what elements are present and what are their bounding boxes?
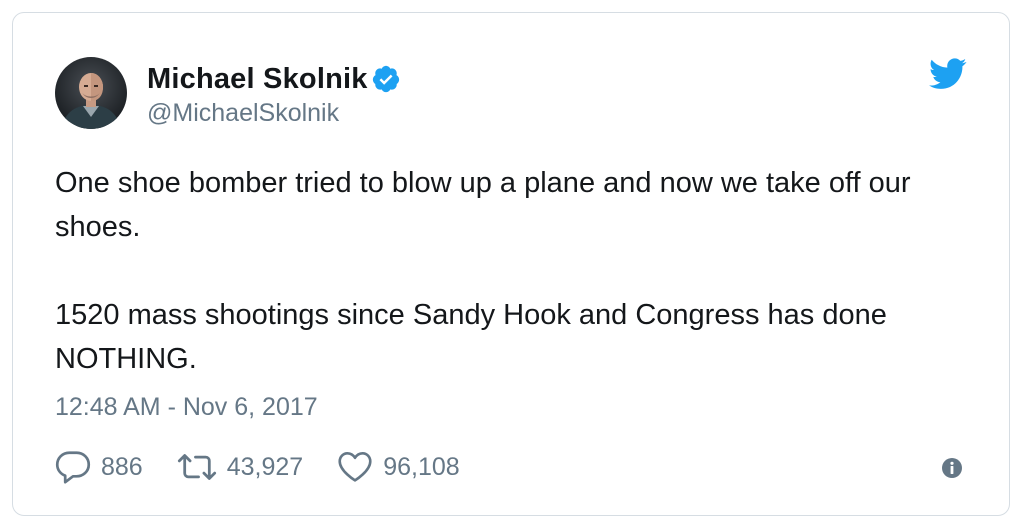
reply-icon — [55, 450, 91, 484]
tweet-actions: 886 43,927 96,108 — [55, 449, 494, 485]
author-name-row: Michael Skolnik — [147, 61, 401, 97]
tweet-paragraph: 1520 mass shootings since Sandy Hook and… — [55, 299, 887, 375]
verified-badge-icon — [371, 64, 401, 94]
tweet-timestamp[interactable]: 12:48 AM - Nov 6, 2017 — [55, 393, 318, 422]
tweet-text: One shoe bomber tried to blow up a plane… — [55, 161, 975, 381]
tweet-card: Michael Skolnik @MichaelSkolnik One shoe… — [12, 12, 1010, 516]
twitter-bird-icon[interactable] — [929, 57, 967, 91]
author-handle[interactable]: @MichaelSkolnik — [147, 99, 339, 128]
like-button[interactable]: 96,108 — [337, 451, 460, 483]
reply-button[interactable]: 886 — [55, 450, 143, 484]
avatar-photo — [61, 73, 121, 129]
retweet-button[interactable]: 43,927 — [177, 452, 303, 482]
display-name[interactable]: Michael Skolnik — [147, 63, 368, 96]
retweet-icon — [177, 452, 217, 482]
retweet-count: 43,927 — [226, 452, 304, 481]
avatar[interactable] — [55, 57, 127, 129]
reply-count: 886 — [101, 452, 143, 481]
heart-icon — [337, 451, 373, 483]
tweet-paragraph: One shoe bomber tried to blow up a plane… — [55, 167, 911, 243]
info-icon[interactable] — [941, 457, 963, 479]
like-count: 96,108 — [383, 452, 460, 481]
